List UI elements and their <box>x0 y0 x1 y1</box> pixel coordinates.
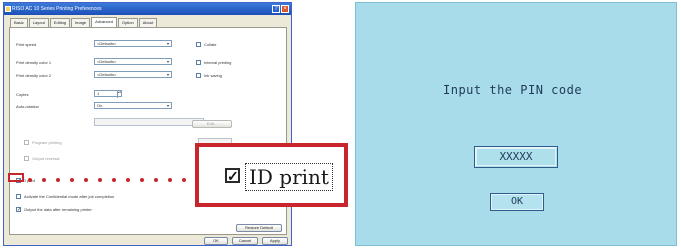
printing-preferences-window: RISO AC 10 Series Printing Preferences ?… <box>3 2 292 246</box>
print-density-1-label: Print density color 1 <box>16 60 52 65</box>
collate-checkbox[interactable] <box>196 42 201 47</box>
connector-dot <box>42 178 46 182</box>
copies-stepper-icon[interactable]: ▴▾ <box>117 91 121 98</box>
copies-value: 1 <box>97 91 100 96</box>
output-reversal-label: Output reversal <box>32 156 60 161</box>
auto-rotation-value: On <box>97 103 103 108</box>
tab-strip: Basic Layout Editing Image Advanced Opti… <box>10 17 158 27</box>
chevron-down-icon: ▾ <box>166 41 169 46</box>
pin-input-field[interactable]: XXXXX <box>474 146 558 168</box>
output-after-printing-checkbox[interactable]: ✓ <box>16 207 21 213</box>
connector-dot <box>140 178 144 182</box>
print-speed-select[interactable]: <Defaults> ▾ <box>94 40 172 47</box>
id-print-callout-checkbox[interactable]: ✓ <box>225 168 240 183</box>
ink-saving-label: Ink saving <box>204 73 223 78</box>
print-density-1-value: <Defaults> <box>97 59 117 64</box>
connector-dot <box>70 178 74 182</box>
print-density-2-select[interactable]: <Defaults> ▾ <box>94 71 172 78</box>
connector-dot <box>112 178 116 182</box>
pin-prompt: Input the PIN code <box>443 83 583 97</box>
connector-dot <box>154 178 158 182</box>
connector-dot <box>56 178 60 182</box>
window-title: RISO AC 10 Series Printing Preferences <box>12 6 102 12</box>
tab-image[interactable]: Image <box>71 18 91 27</box>
tab-option[interactable]: Option <box>117 18 138 27</box>
tab-about[interactable]: About <box>138 18 158 27</box>
restore-default-button[interactable]: Restore Default <box>236 224 282 232</box>
connector-dot <box>168 178 172 182</box>
id-print-highlight <box>8 173 24 182</box>
chevron-down-icon: ▾ <box>166 103 169 108</box>
print-density-2-label: Print density color 2 <box>16 73 52 78</box>
collate-label: Collate <box>204 42 217 47</box>
apply-button[interactable]: Apply <box>262 237 288 245</box>
close-button[interactable]: × <box>281 5 289 13</box>
print-speed-value: <Defaults> <box>97 41 117 46</box>
print-speed-label: Print speed <box>16 42 37 47</box>
connector-dot <box>182 178 186 182</box>
program-printing-checkbox[interactable] <box>24 140 29 145</box>
tab-basic[interactable]: Basic <box>10 18 28 27</box>
copies-input[interactable]: 1 ▴▾ <box>94 90 122 98</box>
ink-saving-checkbox[interactable] <box>196 73 201 78</box>
id-print-callout: ✓ ID print <box>195 143 348 207</box>
disabled-field <box>94 118 204 126</box>
tab-advanced[interactable]: Advanced <box>91 17 117 27</box>
tab-editing[interactable]: Editing <box>49 18 71 27</box>
connector-dot <box>98 178 102 182</box>
cancel-button[interactable]: Cancel <box>232 237 258 245</box>
auto-rotation-label: Auto-rotation <box>16 104 39 109</box>
id-print-callout-label: ID print <box>245 163 333 191</box>
connector-dot <box>126 178 130 182</box>
help-button[interactable]: ? <box>272 5 280 13</box>
output-after-printing-label: Output the data after remaining printer <box>24 207 92 212</box>
print-density-1-select[interactable]: <Defaults> ▾ <box>94 58 172 65</box>
auto-rotation-select[interactable]: On ▾ <box>94 102 172 109</box>
pin-entry-screen: Input the PIN code XXXXX OK <box>355 2 677 246</box>
interval-printing-checkbox[interactable] <box>196 60 201 65</box>
connector-dot <box>28 178 32 182</box>
program-printing-label: Program printing <box>32 140 62 145</box>
copies-label: Copies <box>16 92 29 97</box>
interval-printing-label: Interval printing <box>204 60 232 65</box>
callout-connector <box>28 178 192 182</box>
ok-button[interactable]: OK <box>204 237 228 245</box>
tab-layout[interactable]: Layout <box>28 18 49 27</box>
chevron-down-icon: ▾ <box>166 59 169 64</box>
chevron-down-icon: ▾ <box>166 72 169 77</box>
activate-confidential-checkbox[interactable] <box>16 194 21 199</box>
output-reversal-checkbox[interactable] <box>24 156 29 161</box>
edit-button[interactable]: Edit... <box>192 120 232 128</box>
print-density-2-value: <Defaults> <box>97 72 117 77</box>
connector-dot <box>84 178 88 182</box>
window-titlebar[interactable]: RISO AC 10 Series Printing Preferences ?… <box>4 3 291 15</box>
pin-ok-button[interactable]: OK <box>490 193 544 211</box>
activate-confidential-label: Activate the Confidential mode after job… <box>24 194 115 199</box>
app-icon <box>5 6 11 12</box>
